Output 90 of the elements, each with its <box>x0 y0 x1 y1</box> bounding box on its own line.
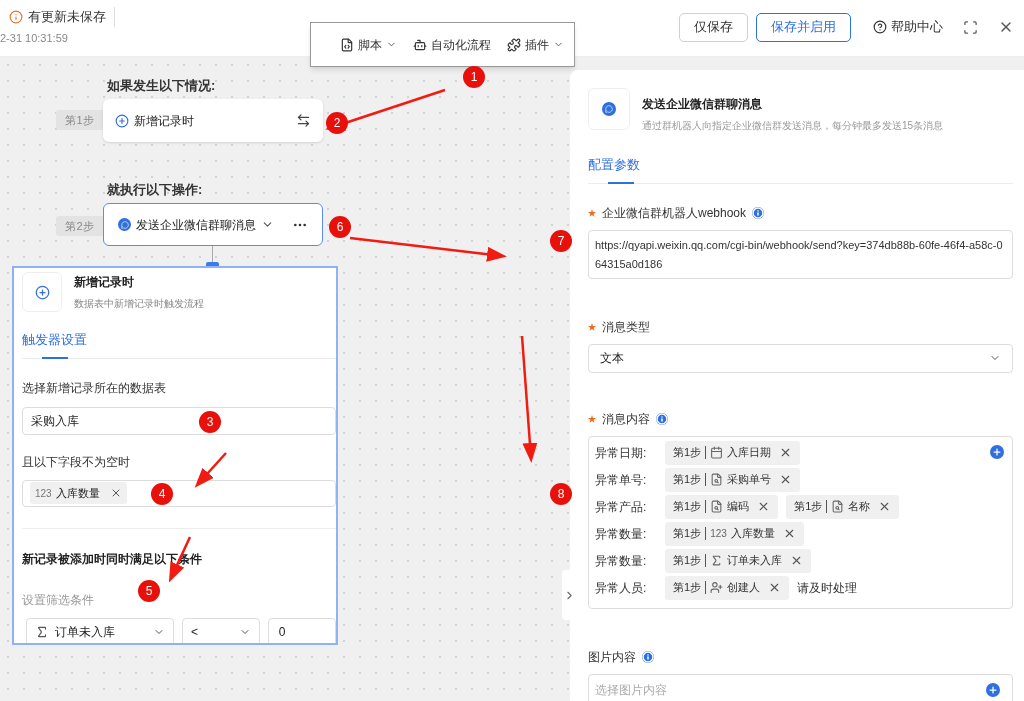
annotation-arrow <box>194 452 227 488</box>
info-icon[interactable] <box>642 650 654 663</box>
document-search-icon <box>710 473 724 486</box>
content-label: 异常日期: <box>595 444 648 462</box>
tag-text: 入库数量 <box>55 485 100 501</box>
chat-icon <box>118 218 131 231</box>
panel-title: 发送企业微信群聊消息 <box>642 96 763 113</box>
script-icon <box>340 37 354 52</box>
field-tag[interactable]: 123 入库数量 <box>30 482 127 504</box>
trigger-node[interactable]: 新增记录时 <box>103 99 323 142</box>
webhook-input[interactable]: https://qyapi.weixin.qq.com/cgi-bin/webhook/send?key=374db88b-60fe-46f4-a58c-064315a0d186 <box>588 229 1013 279</box>
timestamp: 2-31 10:31:59 <box>0 31 69 46</box>
warning-icon <box>9 10 23 24</box>
step-chip: 第1步 <box>56 110 103 130</box>
value-input[interactable]: 0 <box>267 617 336 643</box>
field-token[interactable]: 第1步 123 入库数量 <box>665 521 804 546</box>
step-label: 第1步 <box>673 445 702 461</box>
calendar-icon <box>710 446 724 459</box>
field-label: 消息类型 <box>602 318 650 336</box>
help-icon <box>873 20 887 34</box>
toolbar-item[interactable]: 自动化流程 <box>413 35 491 54</box>
field-token[interactable]: 第1步 订单未入库 <box>665 548 812 573</box>
content-label: 异常数量: <box>595 525 648 543</box>
toolbar-item[interactable]: 脚本 <box>340 35 397 54</box>
step-label: 第1步 <box>673 499 702 515</box>
save-button[interactable]: 仅保存 <box>679 12 748 42</box>
fullscreen-icon[interactable] <box>963 19 978 35</box>
content-label: 异常人员: <box>595 579 648 597</box>
robot-icon <box>413 37 427 52</box>
condition-field-select[interactable]: 订单未入库 <box>26 617 175 643</box>
tab[interactable]: 触发器设置 <box>22 330 87 358</box>
step-label: 第1步 <box>794 499 823 515</box>
info-icon[interactable] <box>656 412 668 425</box>
chat-icon <box>602 102 616 116</box>
field-token[interactable]: 第1步 编码 <box>665 494 779 519</box>
node-label: 发送企业微信群聊消息 <box>136 216 256 234</box>
puzzle-icon <box>507 37 521 52</box>
content-label: 异常数量: <box>595 552 648 570</box>
field-name: 采购单号 <box>727 472 772 488</box>
panel-description: 数据表中新增记录时触发流程 <box>74 297 204 311</box>
operator-select[interactable]: < <box>182 617 260 643</box>
content-label: 异常单号: <box>595 471 648 489</box>
content-text: 请及时处理 <box>797 579 858 597</box>
step-label: 第1步 <box>673 526 702 542</box>
step-label: 第1步 <box>673 472 702 488</box>
field-name: 入库数量 <box>730 526 775 542</box>
document-search-icon <box>710 500 724 513</box>
panel-title: 新增记录时 <box>74 274 135 291</box>
field-label: 消息内容 <box>602 410 650 428</box>
field-name: 编码 <box>727 499 750 515</box>
swap-icon[interactable] <box>296 113 311 128</box>
field-token[interactable]: 第1步 创建人 <box>665 575 790 600</box>
help-center-button[interactable]: 帮助中心 <box>873 17 943 37</box>
message-type-select[interactable]: 文本 <box>588 343 1013 373</box>
plus-circle-icon <box>34 284 50 300</box>
action-node[interactable]: 发送企业微信群聊消息 <box>103 203 323 246</box>
panel-description: 通过群机器人向指定企业微信群发送消息，每分钟最多发送15条消息 <box>642 119 944 133</box>
content-label: 异常产品: <box>595 498 648 516</box>
field-label: 且以下字段不为空时 <box>22 453 130 471</box>
field-label: 图片内容 <box>588 648 636 666</box>
save-and-enable-button[interactable]: 保存并启用 <box>756 12 851 42</box>
field-name: 创建人 <box>727 580 761 596</box>
unsaved-status: 有更新未保存 <box>28 8 106 27</box>
toolbar-item[interactable]: 插件 <box>507 35 564 54</box>
field-token[interactable]: 第1步 入库日期 <box>665 440 801 465</box>
user-icon <box>710 581 724 594</box>
document-search-icon <box>831 500 845 513</box>
condition-hint: 设置筛选条件 <box>22 591 94 609</box>
number-type-label: 123 <box>710 527 727 541</box>
field-name: 名称 <box>848 499 871 515</box>
step-chip: 第2步 <box>56 216 103 236</box>
sigma-icon <box>35 624 49 639</box>
add-icon[interactable] <box>986 682 1000 697</box>
field-label: 选择新增记录所在的数据表 <box>22 379 166 397</box>
field-label: 企业微信群机器人webhook <box>602 204 747 222</box>
step-label: 第1步 <box>673 553 702 569</box>
node-label: 新增记录时 <box>134 112 194 130</box>
info-icon[interactable] <box>752 206 765 219</box>
number-type-label: 123 <box>35 486 52 501</box>
tab[interactable]: 配置参数 <box>588 155 640 183</box>
field-name: 入库日期 <box>727 445 772 461</box>
section-heading: 如果发生以下情况: <box>107 77 216 95</box>
plus-circle-icon <box>115 113 129 128</box>
add-icon[interactable] <box>990 444 1004 459</box>
message-content-editor[interactable]: 异常日期: 第1步 入库日期 异常单号: 第1步 采购单号 异常产品: 第1步 编码 第1步 名称 异常数量: 第1步 123 入库数量 异常数量: 第1步 订单未入库 异常人员: 第1步 创建人 请及时处理 <box>588 435 1013 609</box>
field-name: 订单未入库 <box>727 553 783 569</box>
field-token[interactable]: 第1步 名称 <box>786 494 900 519</box>
step-label: 第1步 <box>673 580 702 596</box>
section-heading: 就执行以下操作: <box>107 181 203 199</box>
field-token[interactable]: 第1步 采购单号 <box>665 467 801 492</box>
